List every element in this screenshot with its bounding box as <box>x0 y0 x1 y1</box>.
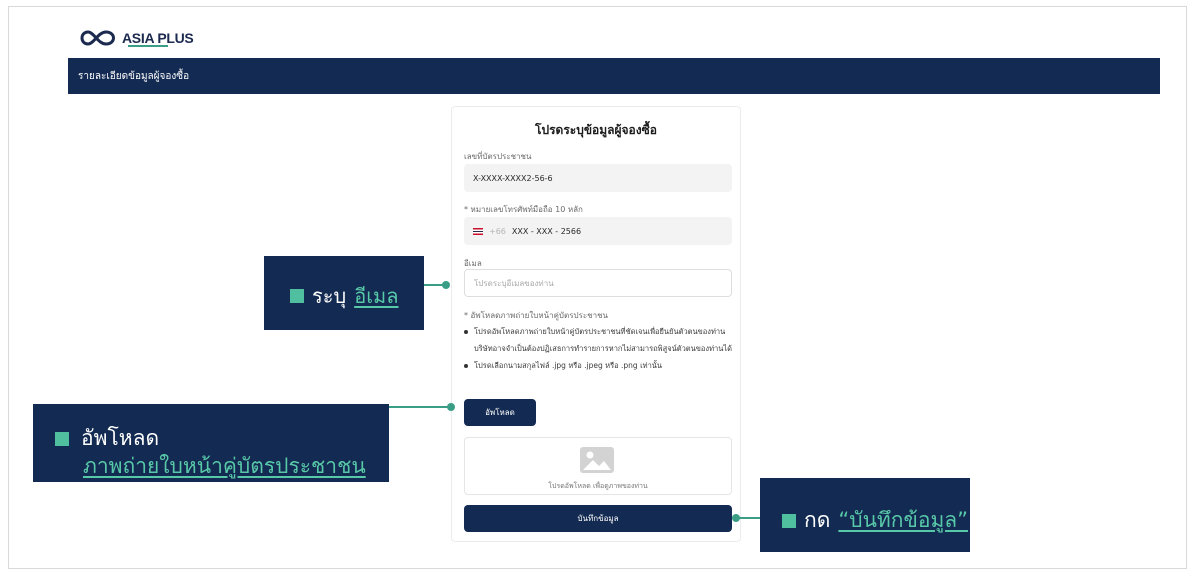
form-title: โปรดระบุข้อมูลผู้จองซื้อ <box>535 123 657 137</box>
list-item: โปรดเลือกนามสกุลไฟล์ .jpg หรือ .jpeg หรื… <box>464 357 734 374</box>
logo-underline <box>128 45 168 47</box>
country-code: +66 <box>489 226 506 236</box>
thailand-flag-icon <box>473 227 483 235</box>
callout-square-icon <box>55 431 69 446</box>
subscriber-info-form: โปรดระบุข้อมูลผู้จองซื้อ เลขที่บัตรประชา… <box>451 106 741 542</box>
callout-square-icon <box>290 289 304 303</box>
infinity-logo-icon <box>80 30 115 46</box>
preview-hint: โปรดอัพโหลด เพื่อดูภาพของท่าน <box>548 482 648 490</box>
phone-field: +66 XXX - XXX - 2566 <box>464 217 732 245</box>
asia-plus-logo[interactable]: ASIA PLUS <box>76 26 194 50</box>
connector-dot-email <box>442 281 450 289</box>
upload-instructions: โปรดอัพโหลดภาพถ่ายใบหน้าคู่บัตรประชาชนที… <box>464 323 734 374</box>
callout-save-highlight: “บันทึกข้อมูล” <box>838 508 969 532</box>
callout-email-highlight: อีเมล <box>354 284 399 308</box>
id-card-label: เลขที่บัตรประชาชน <box>464 152 532 161</box>
callout-email: ระบุ อีเมล <box>264 256 424 330</box>
connector-dot-upload <box>447 403 455 411</box>
callout-square-icon <box>782 513 796 528</box>
phone-label: * หมายเลขโทรศัพท์มือถือ 10 หลัก <box>464 205 583 214</box>
save-button[interactable]: บันทึกข้อมูล <box>464 505 732 532</box>
upload-instruction-2: โปรดเลือกนามสกุลไฟล์ .jpg หรือ .jpeg หรื… <box>474 361 663 370</box>
email-input[interactable] <box>474 278 731 288</box>
email-field[interactable] <box>464 269 732 297</box>
callout-save: กด “บันทึกข้อมูล” <box>760 478 970 552</box>
bullet-dot <box>464 330 468 334</box>
upload-instruction-1: โปรดอัพโหลดภาพถ่ายใบหน้าคู่บัตรประชาชนที… <box>474 327 733 353</box>
connector-upload <box>389 406 451 408</box>
top-nav-bar: รายละเอียดข้อมูลผู้จองซื้อ <box>68 58 1160 94</box>
callout-email-prefix: ระบุ <box>312 284 347 308</box>
image-placeholder-icon <box>580 447 614 473</box>
nav-title: รายละเอียดข้อมูลผู้จองซื้อ <box>78 71 190 82</box>
callout-upload: อัพโหลด ภาพถ่ายใบหน้าคู่บัตรประชาชน <box>33 404 389 482</box>
list-item: โปรดอัพโหลดภาพถ่ายใบหน้าคู่บัตรประชาชนที… <box>464 323 734 357</box>
upload-label: * อัพโหลดภาพถ่ายใบหน้าคู่บัตรประชาชน <box>464 311 608 320</box>
id-card-field: X-XXXX-XXXX2-56-6 <box>464 164 732 192</box>
callout-save-prefix: กด <box>804 508 831 532</box>
id-card-value: X-XXXX-XXXX2-56-6 <box>473 173 553 183</box>
bullet-dot <box>464 364 468 368</box>
upload-button[interactable]: อัพโหลด <box>464 399 536 426</box>
logo-text: ASIA PLUS <box>122 30 194 46</box>
connector-dot-save <box>732 514 740 522</box>
callout-upload-highlight: ภาพถ่ายใบหน้าคู่บัตรประชาชน <box>83 454 366 478</box>
phone-value: XXX - XXX - 2566 <box>511 226 582 236</box>
image-preview-dropzone[interactable]: โปรดอัพโหลด เพื่อดูภาพของท่าน <box>464 437 732 495</box>
